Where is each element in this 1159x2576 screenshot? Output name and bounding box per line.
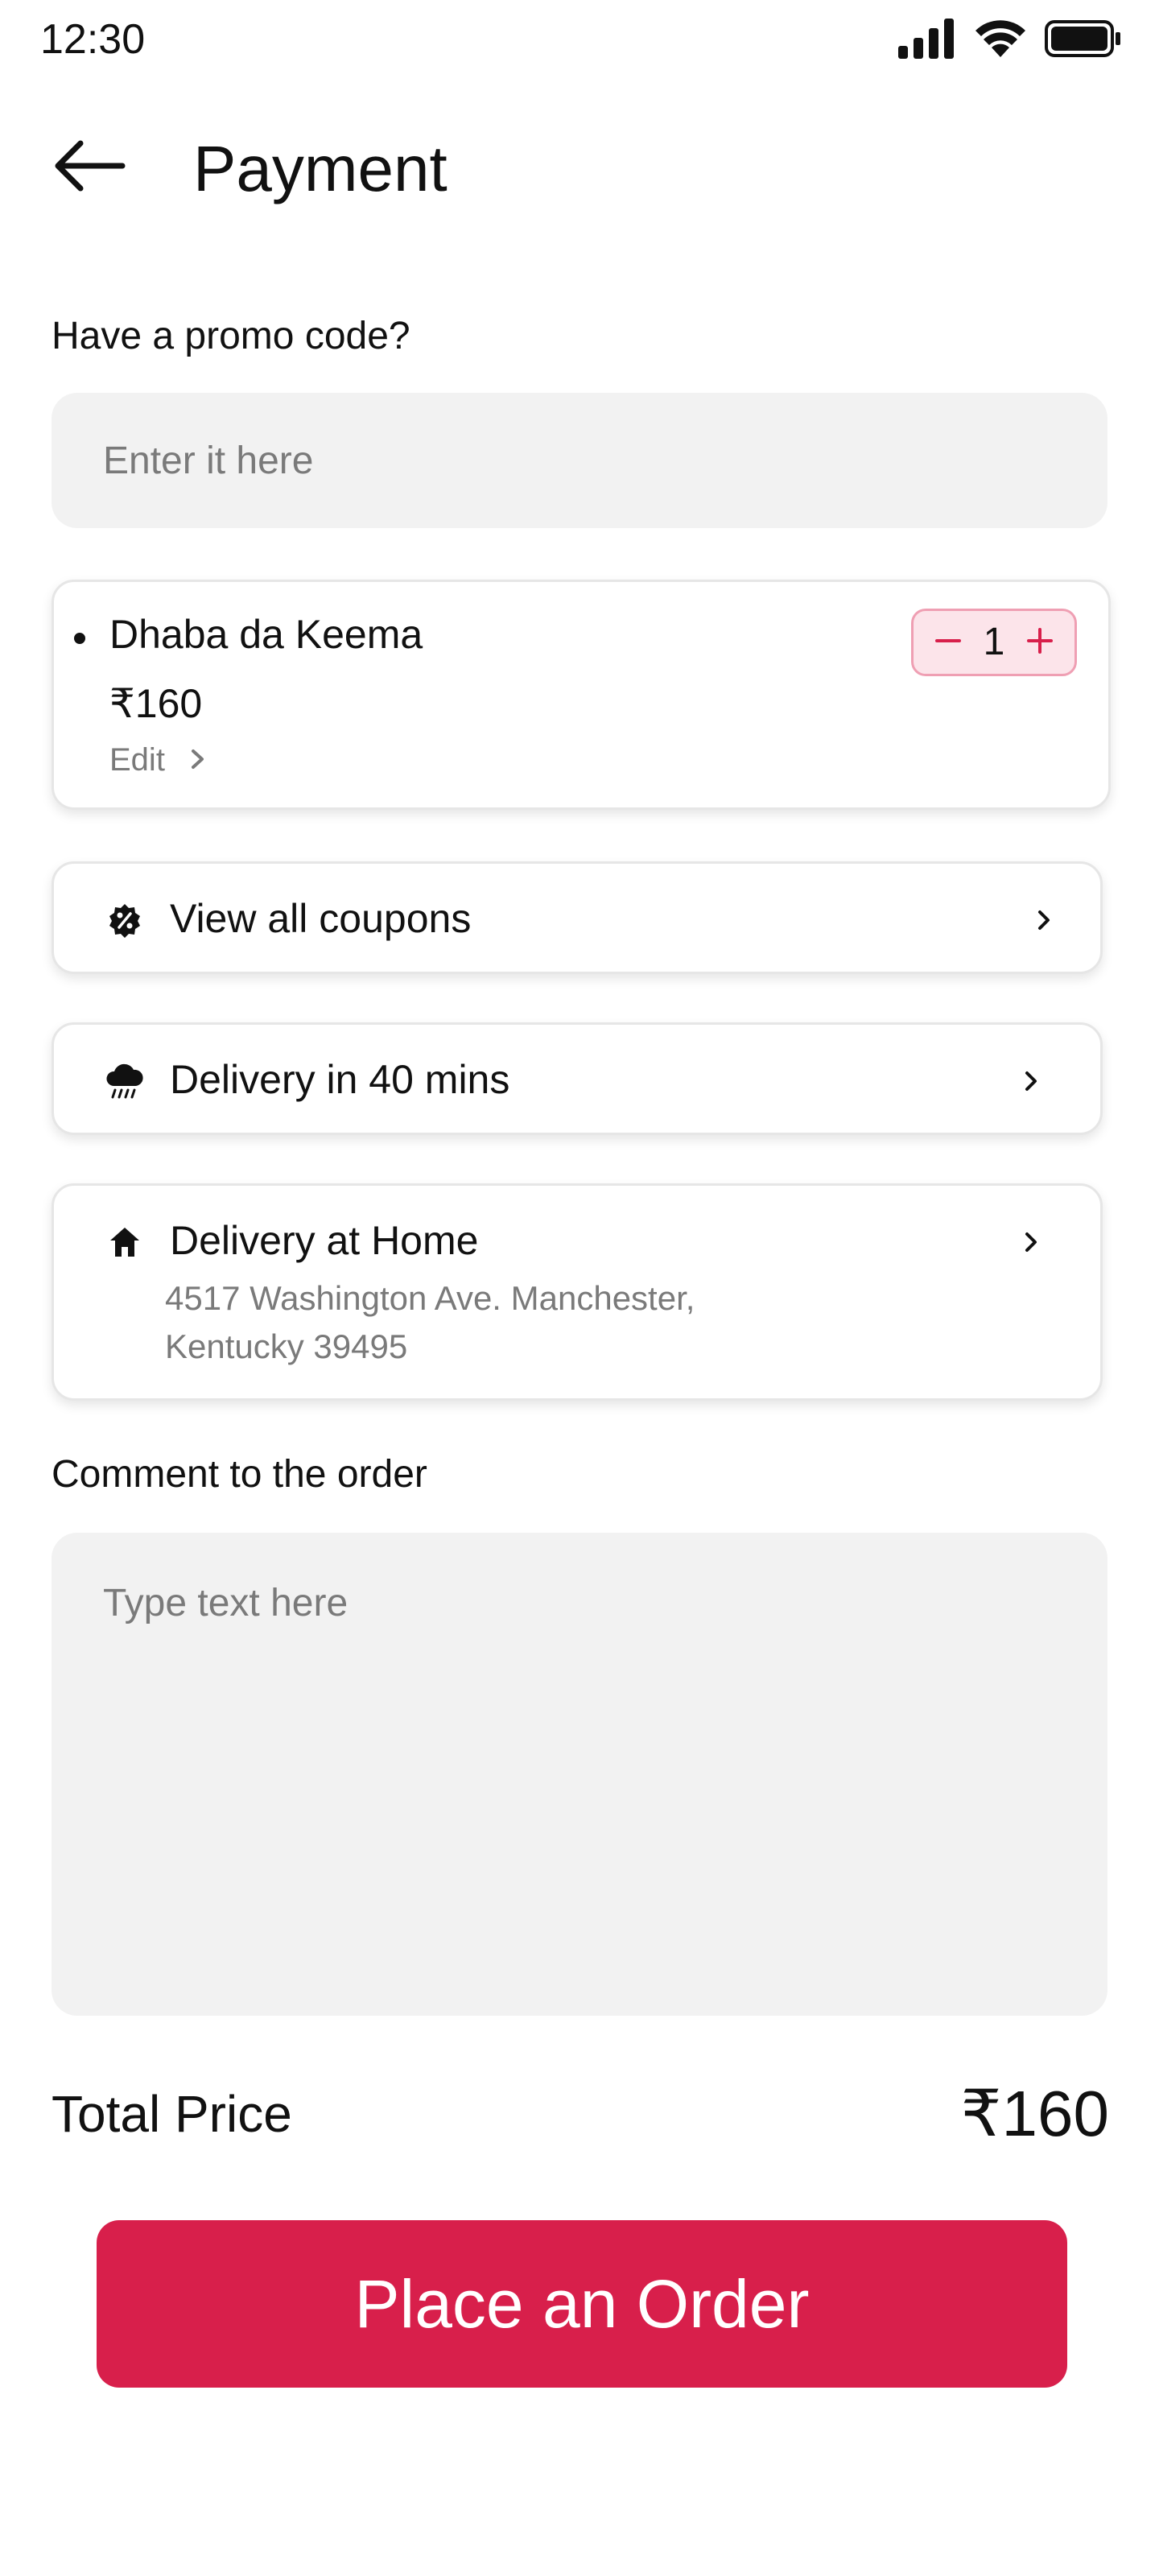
- address-line-2: Kentucky 39495: [165, 1327, 408, 1365]
- list-bullet: [74, 633, 85, 644]
- total-price-value: ₹160: [960, 2078, 1109, 2149]
- chevron-right-icon: [1015, 1065, 1047, 1097]
- address-line-1: 4517 Washington Ave. Manchester,: [165, 1279, 695, 1317]
- total-price-label: Total Price: [52, 2085, 292, 2143]
- coupons-label: View all coupons: [170, 896, 472, 941]
- signal-icon: [898, 18, 956, 63]
- rain-cloud-icon: [105, 1062, 144, 1100]
- promo-label: Have a promo code?: [52, 315, 410, 357]
- discount-badge-icon: [105, 901, 144, 939]
- chevron-right-icon: [1015, 1226, 1047, 1258]
- home-icon: [105, 1223, 144, 1261]
- item-name: Dhaba da Keema: [109, 612, 423, 657]
- edit-item-link[interactable]: Edit: [109, 739, 207, 781]
- comment-label: Comment to the order: [52, 1453, 427, 1496]
- page-title: Payment: [193, 133, 448, 204]
- delivery-time-label: Delivery in 40 mins: [170, 1057, 510, 1102]
- plus-icon: [1025, 626, 1054, 659]
- item-price: ₹160: [109, 681, 203, 726]
- quantity-stepper: 1: [911, 609, 1077, 676]
- minus-icon: [934, 626, 963, 659]
- status-icons: [898, 18, 1122, 63]
- comment-textarea[interactable]: [52, 1533, 1107, 2016]
- view-coupons-row[interactable]: View all coupons: [52, 861, 1103, 974]
- quantity-value: 1: [983, 621, 1005, 663]
- decrease-quantity-button[interactable]: [928, 622, 968, 663]
- wifi-icon: [974, 19, 1027, 63]
- place-order-button[interactable]: Place an Order: [97, 2220, 1067, 2388]
- increase-quantity-button[interactable]: [1020, 622, 1060, 663]
- battery-icon: [1045, 19, 1122, 63]
- delivery-time-row[interactable]: Delivery in 40 mins: [52, 1022, 1103, 1135]
- chevron-right-icon: [1028, 904, 1060, 936]
- delivery-address-row[interactable]: Delivery at Home 4517 Washington Ave. Ma…: [52, 1183, 1103, 1401]
- promo-code-input[interactable]: [52, 393, 1107, 528]
- back-button[interactable]: [52, 137, 126, 195]
- status-time: 12:30: [40, 16, 146, 63]
- chevron-right-icon: [189, 739, 207, 781]
- delivery-address-label: Delivery at Home: [170, 1218, 479, 1263]
- edit-label: Edit: [109, 742, 165, 778]
- arrow-left-icon: [52, 140, 126, 198]
